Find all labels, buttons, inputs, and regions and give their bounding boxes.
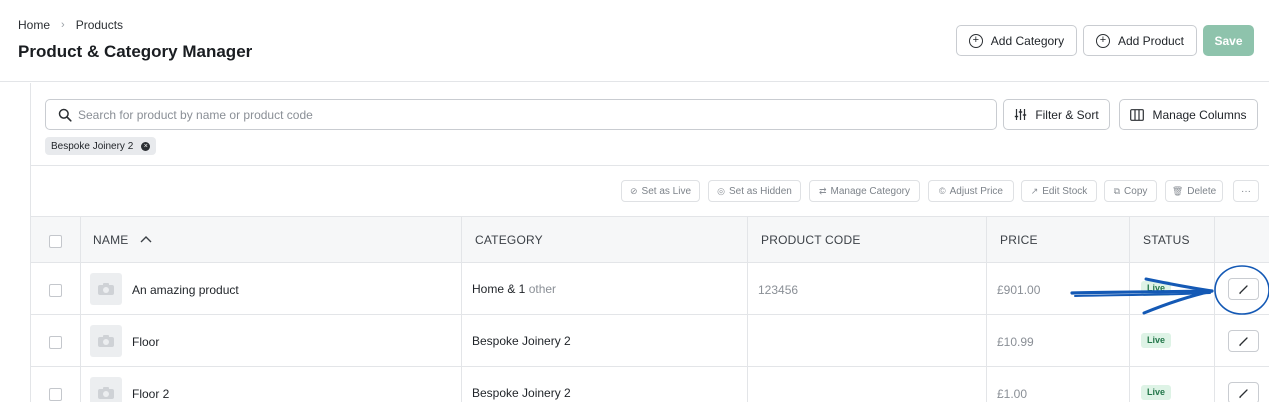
page-title: Product & Category Manager xyxy=(18,42,253,61)
column-header-price[interactable]: PRICE xyxy=(1000,233,1038,247)
product-price: £10.99 xyxy=(997,335,1034,349)
search-input[interactable]: Search for product by name or product co… xyxy=(45,99,997,130)
table-row[interactable]: Floor Bespoke Joinery 2 £10.99 Live xyxy=(31,315,1269,367)
product-name[interactable]: An amazing product xyxy=(132,283,239,297)
edit-stock-label: Edit Stock xyxy=(1042,185,1088,197)
add-category-label: Add Category xyxy=(990,33,1065,48)
columns-icon xyxy=(1130,108,1145,121)
column-header-name[interactable]: NAME xyxy=(93,233,152,247)
add-category-button[interactable]: + Add Category xyxy=(956,25,1077,56)
edit-stock-button[interactable]: ↗ Edit Stock xyxy=(1021,180,1097,202)
edit-product-button[interactable] xyxy=(1228,330,1259,352)
breadcrumb: Home › Products xyxy=(18,18,123,32)
row-checkbox[interactable] xyxy=(49,336,62,349)
product-code: 123456 xyxy=(758,283,799,297)
product-price: £1.00 xyxy=(997,387,1028,401)
trash-icon: 🗑 xyxy=(1171,185,1184,196)
breadcrumb-separator: › xyxy=(61,19,65,31)
manage-columns-button[interactable]: Manage Columns xyxy=(1119,99,1258,130)
product-name[interactable]: Floor 2 xyxy=(132,387,169,401)
row-checkbox[interactable] xyxy=(49,284,62,297)
table-row[interactable]: Floor 2 Bespoke Joinery 2 £1.00 Live xyxy=(31,367,1269,402)
camera-icon xyxy=(98,283,114,295)
status-badge: Live xyxy=(1141,281,1172,296)
filter-sort-label: Filter & Sort xyxy=(1035,107,1099,122)
section-divider xyxy=(31,165,1269,166)
category-extra: other xyxy=(528,282,557,296)
active-filter-chip[interactable]: Bespoke Joinery 2 × xyxy=(45,137,157,155)
category-name: Home & 1 xyxy=(472,282,526,296)
product-thumbnail xyxy=(90,377,122,402)
product-price: £901.00 xyxy=(997,283,1041,297)
remove-filter-icon[interactable]: × xyxy=(141,141,151,151)
pencil-icon xyxy=(1239,388,1248,398)
category-name: Bespoke Joinery 2 xyxy=(472,334,571,348)
delete-label: Delete xyxy=(1187,185,1217,197)
column-header-product-code[interactable]: PRODUCT CODE xyxy=(761,233,861,247)
search-icon xyxy=(58,108,72,122)
add-product-button[interactable]: + Add Product xyxy=(1083,25,1197,56)
select-all-checkbox[interactable] xyxy=(49,235,62,248)
delete-button[interactable]: 🗑 Delete xyxy=(1165,180,1223,202)
swap-icon: ⇄ xyxy=(818,185,827,196)
status-badge: Live xyxy=(1141,333,1172,348)
column-header-status[interactable]: STATUS xyxy=(1143,233,1190,247)
set-live-button[interactable]: ⊘ Set as Live xyxy=(621,180,700,202)
set-hidden-button[interactable]: ◎ Set as Hidden xyxy=(708,180,801,202)
eye-off-icon: ◎ xyxy=(717,185,726,196)
check-circle-icon: ⊘ xyxy=(629,185,638,196)
pencil-icon xyxy=(1239,284,1248,294)
sliders-icon xyxy=(1015,109,1027,120)
column-header-category[interactable]: CATEGORY xyxy=(475,233,543,247)
camera-icon xyxy=(98,387,114,399)
manage-category-button[interactable]: ⇄ Manage Category xyxy=(809,180,920,202)
breadcrumb-current: Products xyxy=(75,18,124,32)
filter-chip-label: Bespoke Joinery 2 xyxy=(51,140,134,152)
product-category: Bespoke Joinery 2 xyxy=(472,386,571,400)
camera-icon xyxy=(98,335,114,347)
product-category: Bespoke Joinery 2 xyxy=(472,334,571,348)
plus-circle-icon: + xyxy=(1095,33,1110,48)
more-actions-button[interactable]: ··· xyxy=(1233,180,1259,202)
product-category: Home & 1 other xyxy=(472,282,556,296)
row-checkbox[interactable] xyxy=(49,388,62,401)
currency-icon: © xyxy=(939,186,946,196)
page-header: Home › Products Product & Category Manag… xyxy=(0,0,1269,82)
category-name: Bespoke Joinery 2 xyxy=(472,386,571,400)
table-header: NAME CATEGORY PRODUCT CODE PRICE STATUS xyxy=(31,216,1269,263)
add-product-label: Add Product xyxy=(1117,33,1185,48)
product-name[interactable]: Floor xyxy=(132,335,159,349)
manage-columns-label: Manage Columns xyxy=(1152,107,1247,122)
status-badge: Live xyxy=(1141,385,1172,400)
filter-sort-button[interactable]: Filter & Sort xyxy=(1003,99,1110,130)
set-live-label: Set as Live xyxy=(641,185,692,197)
trend-icon: ↗ xyxy=(1030,185,1039,196)
manage-category-label: Manage Category xyxy=(830,185,911,197)
set-hidden-label: Set as Hidden xyxy=(729,185,792,197)
copy-label: Copy xyxy=(1124,185,1148,197)
column-header-name-label: NAME xyxy=(93,233,129,247)
pencil-icon xyxy=(1239,336,1248,346)
table-row[interactable]: An amazing product Home & 1 other 123456… xyxy=(31,263,1269,315)
edit-product-button[interactable] xyxy=(1228,382,1259,402)
plus-circle-icon: + xyxy=(968,33,983,48)
save-button[interactable]: Save xyxy=(1203,25,1254,56)
product-thumbnail xyxy=(90,325,122,357)
product-thumbnail xyxy=(90,273,122,305)
adjust-price-label: Adjust Price xyxy=(949,185,1003,197)
search-placeholder: Search for product by name or product co… xyxy=(78,107,313,122)
copy-icon: ⧉ xyxy=(1113,185,1121,196)
copy-button[interactable]: ⧉ Copy xyxy=(1104,180,1157,202)
edit-product-button[interactable] xyxy=(1228,278,1259,300)
sort-ascending-icon xyxy=(140,236,152,243)
breadcrumb-home-link[interactable]: Home xyxy=(18,18,50,32)
adjust-price-button[interactable]: © Adjust Price xyxy=(928,180,1014,202)
